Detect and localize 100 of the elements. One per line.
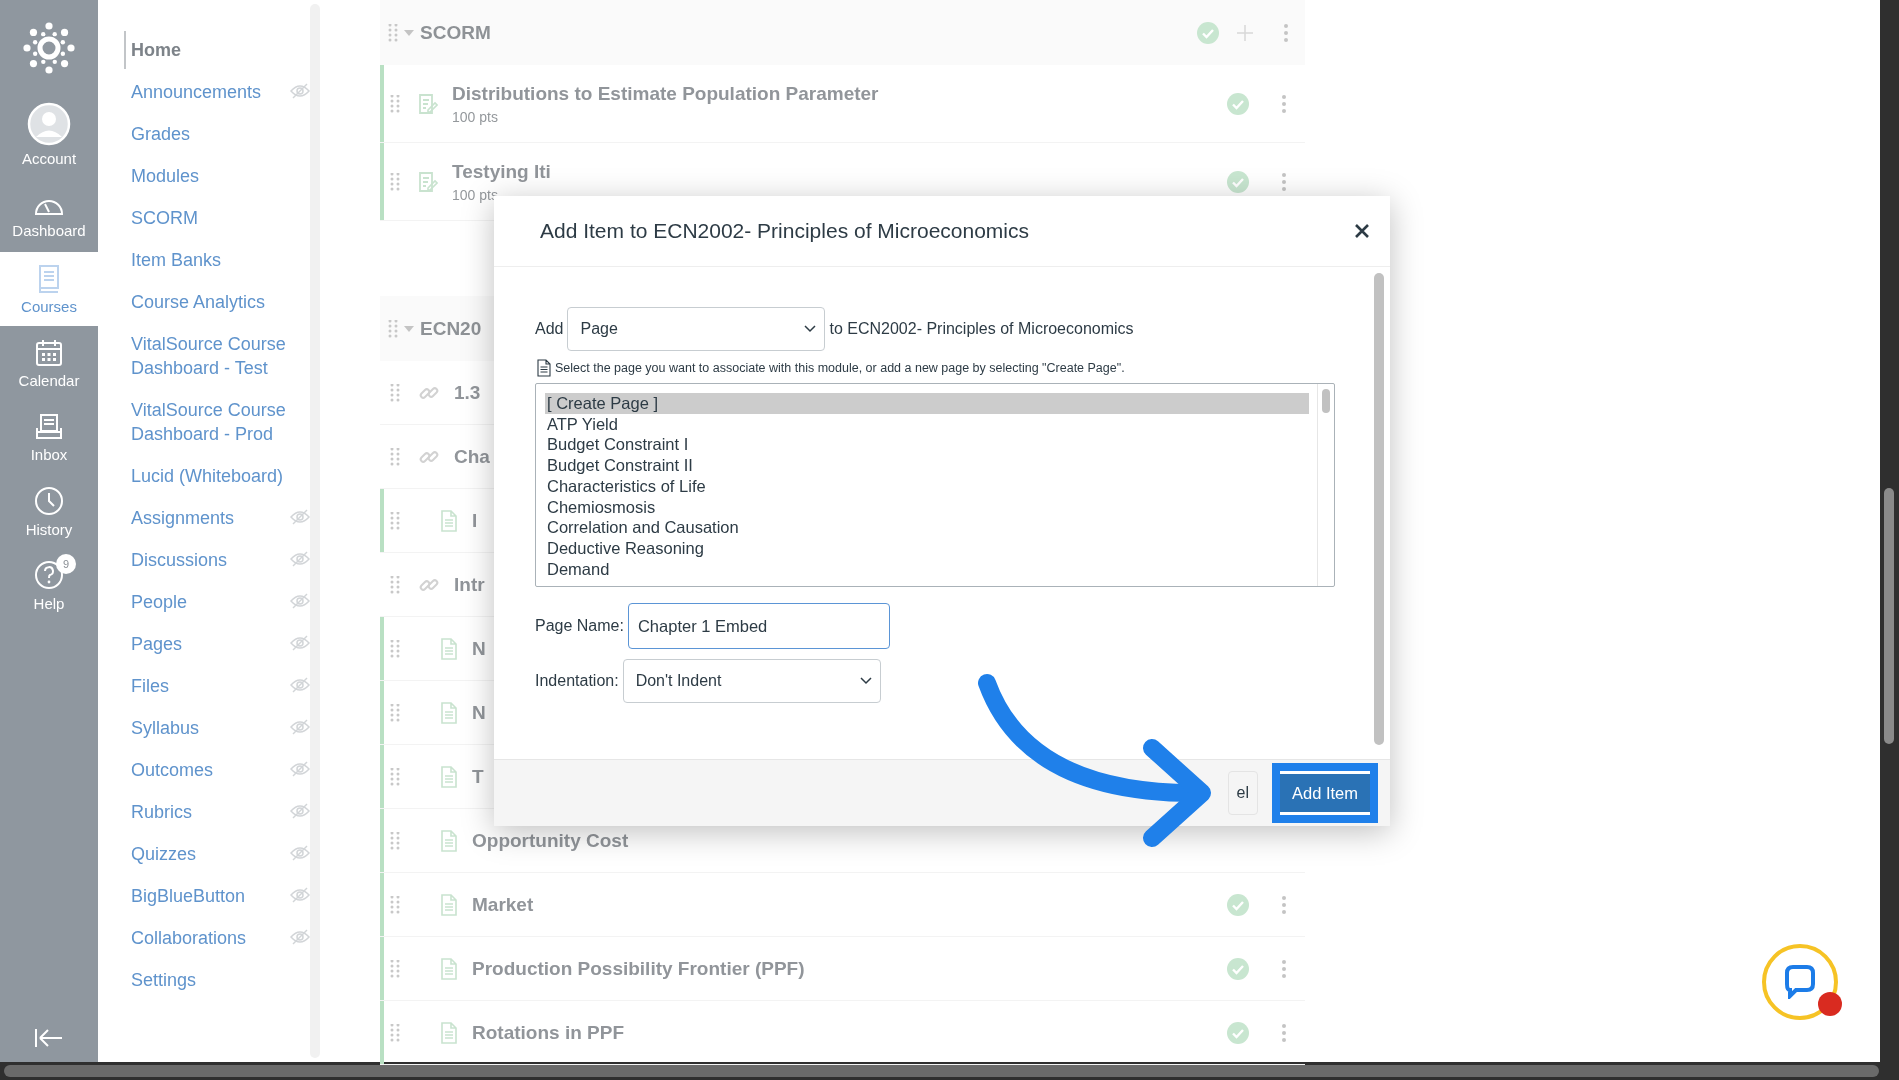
drag-handle-icon[interactable]	[390, 959, 400, 978]
course-nav-link[interactable]: Grades	[131, 122, 292, 146]
page-listbox[interactable]: [ Create Page ] ATP Yield Budget Constraint I Budget Constraint II Characteristics of Life Chemiosmosis Correlation and Causation Deductive Reasoning Demand	[535, 383, 1335, 587]
more-options-icon[interactable]	[1281, 171, 1287, 192]
indentation-select[interactable]: Don't Indent	[622, 659, 881, 703]
module-item-title[interactable]: Distributions to Estimate Population Parameter	[452, 82, 1227, 105]
drag-handle-icon[interactable]	[390, 94, 400, 113]
collapse-icon[interactable]	[34, 1028, 64, 1048]
course-nav-link[interactable]: Announcements	[131, 80, 290, 104]
more-options-icon[interactable]	[1283, 22, 1289, 43]
drag-handle-icon[interactable]	[390, 767, 400, 786]
global-nav-item[interactable]: Dashboard	[0, 178, 98, 252]
course-nav-link[interactable]: Assignments	[131, 506, 290, 530]
course-nav-link[interactable]: BigBlueButton	[131, 884, 290, 908]
drag-handle-icon[interactable]	[390, 895, 400, 914]
drag-handle-icon[interactable]	[390, 447, 400, 466]
list-option[interactable]: ATP Yield	[545, 413, 1309, 435]
scrollbar-thumb[interactable]	[1322, 389, 1330, 413]
document-icon	[537, 359, 551, 377]
list-option[interactable]: Correlation and Causation	[545, 517, 1309, 538]
global-nav-item[interactable]: Account	[0, 90, 98, 178]
module-item-title[interactable]: Production Possibility Frontier (PPF)	[472, 957, 1227, 980]
course-nav-link[interactable]: Course Analytics	[131, 290, 292, 314]
scrollbar-thumb[interactable]	[1374, 273, 1384, 745]
more-options-icon[interactable]	[1281, 894, 1287, 915]
published-check-icon[interactable]	[1227, 170, 1249, 193]
page-name-input[interactable]: Chapter 1 Embed	[627, 603, 890, 649]
close-icon[interactable]	[1354, 223, 1370, 239]
list-option[interactable]: Budget Constraint II	[545, 455, 1309, 476]
drag-handle-icon[interactable]	[390, 575, 400, 594]
clock-icon	[33, 484, 65, 517]
list-option[interactable]: Chemiosmosis	[545, 496, 1309, 518]
global-nav-item[interactable]: Calendar	[0, 326, 98, 400]
course-nav-link[interactable]: Lucid (Whiteboard)	[131, 464, 292, 488]
list-option[interactable]: [ Create Page ]	[545, 393, 1309, 414]
caret-icon[interactable]	[404, 28, 414, 37]
more-options-icon[interactable]	[1281, 93, 1287, 114]
page-icon	[440, 1021, 458, 1044]
global-nav-item[interactable]: History	[0, 474, 98, 548]
drag-handle-icon[interactable]	[390, 703, 400, 722]
drag-handle-icon[interactable]	[390, 511, 400, 530]
course-nav-link[interactable]: Quizzes	[131, 842, 290, 866]
item-type-select[interactable]: Page	[567, 307, 826, 351]
course-nav-link[interactable]: Settings	[131, 968, 292, 992]
published-check-icon[interactable]	[1227, 893, 1249, 916]
course-nav-link[interactable]: Modules	[131, 164, 292, 188]
quiz-icon	[418, 170, 438, 193]
global-nav-item[interactable]: Inbox	[0, 400, 98, 474]
course-nav-link[interactable]: Collaborations	[131, 926, 290, 950]
scrollbar-thumb[interactable]	[1884, 488, 1894, 744]
course-nav-link[interactable]: People	[131, 590, 290, 614]
published-check-icon[interactable]	[1197, 21, 1219, 44]
list-option[interactable]: Budget Constraint I	[545, 434, 1309, 456]
module-item-title[interactable]: Market	[472, 893, 1227, 916]
list-option[interactable]: Deductive Reasoning	[545, 537, 1309, 559]
drag-handle-icon[interactable]	[390, 831, 400, 850]
quiz-icon	[418, 92, 438, 115]
page-icon	[440, 765, 458, 788]
dialog-title: Add Item to ECN2002- Principles of Microeconomics	[540, 219, 1030, 243]
drag-handle-icon[interactable]	[390, 639, 400, 658]
course-nav-link[interactable]: VitalSource Course Dashboard - Prod	[131, 398, 292, 446]
course-nav-link[interactable]: SCORM	[131, 206, 292, 230]
drag-handle-icon[interactable]	[390, 172, 400, 191]
drag-handle-icon[interactable]	[388, 319, 398, 338]
published-check-icon[interactable]	[1227, 957, 1249, 980]
plus-icon[interactable]	[1237, 24, 1253, 41]
course-nav-link[interactable]: Discussions	[131, 548, 290, 572]
module-item-title[interactable]: Opportunity Cost	[472, 829, 1287, 852]
caret-icon	[859, 677, 872, 685]
drag-handle-icon[interactable]	[390, 1023, 400, 1042]
course-nav-link[interactable]: Syllabus	[131, 716, 290, 740]
course-nav-link[interactable]: Outcomes	[131, 758, 290, 782]
list-option[interactable]: Demand	[545, 558, 1309, 580]
drag-handle-icon[interactable]	[388, 23, 398, 42]
global-nav-item[interactable]: Help 9	[0, 548, 98, 622]
course-nav-link[interactable]: Files	[131, 674, 290, 698]
global-nav-item[interactable]: Courses	[0, 252, 98, 326]
logo-icon[interactable]	[23, 22, 75, 74]
scrollbar-thumb[interactable]	[4, 1065, 1879, 1077]
caret-icon[interactable]	[404, 324, 414, 333]
module-item-title[interactable]: Testying Iti	[452, 160, 1227, 183]
more-options-icon[interactable]	[1281, 1022, 1287, 1043]
scrollbar-track[interactable]	[310, 4, 320, 1058]
add-item-button[interactable]: Add Item	[1271, 763, 1378, 823]
course-nav-link[interactable]: Pages	[131, 632, 290, 656]
course-nav-link[interactable]: Item Banks	[131, 248, 292, 272]
list-option[interactable]: Characteristics of Life	[545, 475, 1309, 497]
course-nav-link[interactable]: VitalSource Course Dashboard - Test	[131, 332, 292, 380]
module-item-title[interactable]: Rotations in PPF	[472, 1021, 1227, 1044]
page-icon	[440, 637, 458, 660]
course-nav-link[interactable]: Rubrics	[131, 800, 290, 824]
page-icon	[440, 829, 458, 852]
drag-handle-icon[interactable]	[390, 383, 400, 402]
calendar-icon	[34, 337, 64, 368]
more-options-icon[interactable]	[1281, 958, 1287, 979]
published-check-icon[interactable]	[1227, 1021, 1249, 1044]
course-nav-link[interactable]: Home	[124, 31, 292, 69]
published-check-icon[interactable]	[1227, 92, 1249, 115]
cancel-button[interactable]: el	[1227, 771, 1258, 815]
page-icon	[440, 509, 458, 532]
